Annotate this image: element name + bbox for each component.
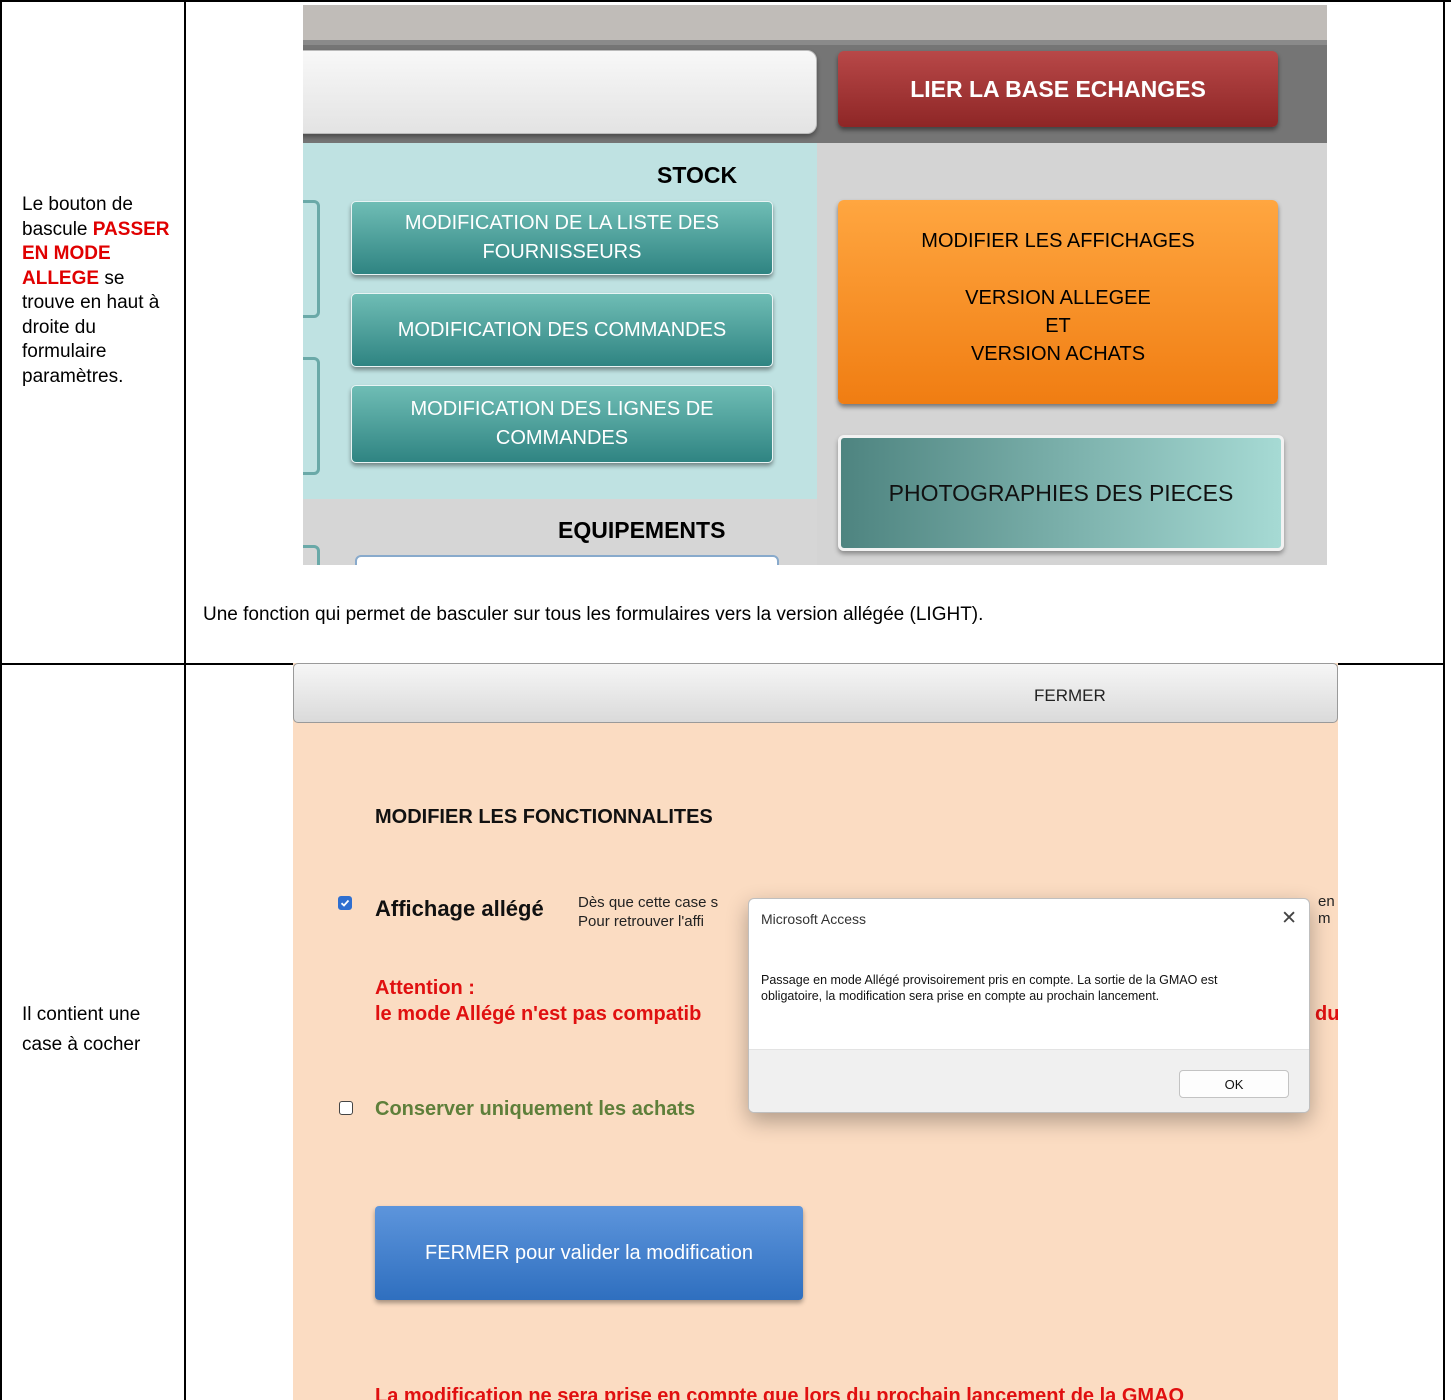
check-icon — [340, 899, 350, 907]
fonctionnalites-form-screenshot: FERMER MODIFIER LES FONCTIONNALITES Affi… — [293, 663, 1338, 1400]
dialog-footer: OK — [749, 1049, 1309, 1112]
modif-fournisseurs-button[interactable]: MODIFICATION DE LA LISTE DES FOURNISSEUR… — [351, 201, 773, 275]
orange-line2: VERSION ALLEGEE — [965, 287, 1151, 309]
attention-title: Attention : — [375, 977, 475, 999]
stock-heading: STOCK — [657, 162, 738, 188]
button-line: COMMANDES — [495, 427, 629, 449]
dialog-message: Passage en mode Allégé provisoirement pr… — [761, 973, 1218, 1003]
modif-lignes-commandes-button[interactable]: MODIFICATION DES LIGNES DE COMMANDES — [351, 385, 773, 463]
fermer-label: FERMER — [1034, 686, 1106, 705]
dialog-title: Microsoft Access — [761, 911, 867, 927]
table-column-divider — [184, 0, 186, 1400]
ok-button[interactable]: OK — [1179, 1070, 1289, 1098]
description-line: Dès que cette case s — [578, 894, 719, 911]
equipements-heading: EQUIPEMENTS — [558, 517, 726, 543]
table-border-right — [1443, 0, 1445, 1400]
affichage-allege-checkbox[interactable] — [338, 896, 352, 910]
equipements-button[interactable] — [355, 555, 779, 565]
parametres-form-screenshot: LIER LA BASE ECHANGES STOCK MODIFICATION… — [303, 5, 1327, 565]
left-button-stub[interactable] — [303, 200, 320, 318]
photographies-button[interactable]: PHOTOGRAPHIES DES PIECES — [838, 435, 1284, 551]
button-line: MODIFICATION DES COMMANDES — [397, 318, 727, 341]
left-button-stub[interactable] — [303, 357, 320, 475]
conserver-achats-checkbox[interactable] — [339, 1101, 353, 1115]
table-border-left — [0, 0, 2, 1400]
orange-line4: VERSION ACHATS — [970, 343, 1146, 365]
description-line: Pour retrouver l'affi — [578, 913, 704, 930]
affichage-description: Dès que cette case s Pour retrouver l'af… — [578, 893, 718, 931]
row2-description: Il contient une case à cocher — [22, 1004, 141, 1055]
row1-description: Le bouton de bascule PASSER EN MODE ALLE… — [22, 193, 177, 389]
message-dialog: Microsoft Access ✕ Passage en mode Allég… — [748, 898, 1310, 1113]
table-border-top — [0, 0, 1451, 2]
attention-text: le mode Allégé n'est pas compatib — [375, 1003, 702, 1025]
gray-header-button[interactable] — [303, 50, 817, 134]
close-icon[interactable]: ✕ — [1281, 907, 1297, 930]
attention-tail: du — [1315, 1003, 1338, 1025]
button-line: FOURNISSEURS — [482, 241, 642, 263]
fermer-valider-button[interactable]: FERMER pour valider la modification — [375, 1206, 803, 1300]
left-button-stub[interactable] — [303, 545, 320, 565]
link-base-echanges-button[interactable]: LIER LA BASE ECHANGES — [838, 51, 1278, 127]
modif-commandes-button[interactable]: MODIFICATION DES COMMANDES — [351, 293, 773, 367]
section-title: MODIFIER LES FONCTIONNALITES — [375, 806, 713, 828]
button-line: MODIFICATION DE LA LISTE DES — [404, 212, 720, 234]
affichage-allege-label: Affichage allégé — [375, 896, 544, 921]
conserver-achats-label: Conserver uniquement les achats — [375, 1098, 696, 1120]
orange-line1: MODIFIER LES AFFICHAGES — [921, 230, 1195, 252]
description-tail: en m — [1318, 893, 1335, 927]
bottom-note: La modification ne sera prise en compte … — [375, 1385, 1185, 1400]
orange-line3: ET — [1045, 315, 1071, 337]
form-top-bar — [303, 5, 1327, 40]
row1-caption: Une fonction qui permet de basculer sur … — [203, 604, 984, 625]
button-line: MODIFICATION DES LIGNES DE — [410, 398, 714, 420]
modifier-affichages-button[interactable]: MODIFIER LES AFFICHAGES VERSION ALLEGEE … — [838, 200, 1278, 404]
fermer-top-button[interactable]: FERMER — [293, 663, 1338, 723]
